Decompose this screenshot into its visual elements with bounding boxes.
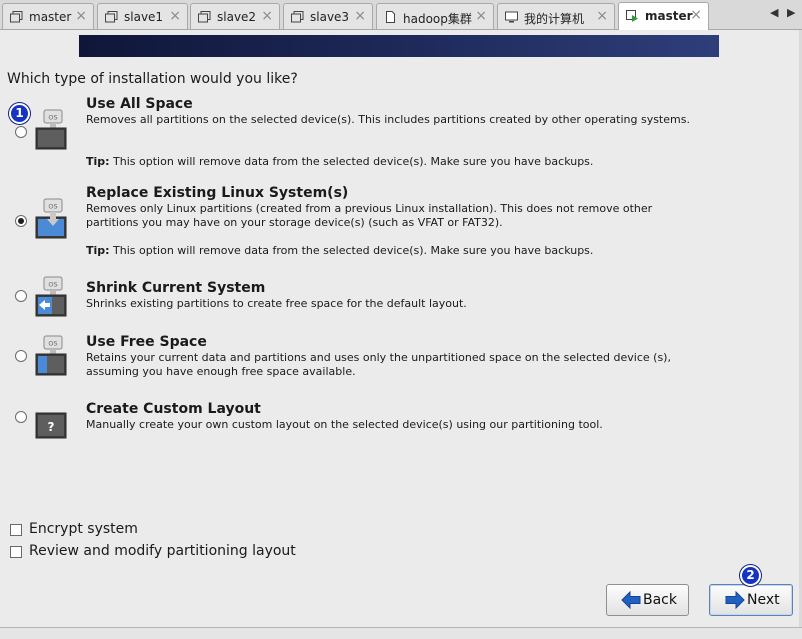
tab-hadoop-cluster[interactable]: hadoop集群 × <box>376 3 494 29</box>
use-all-space-radio[interactable] <box>15 126 27 138</box>
close-icon[interactable]: × <box>354 8 366 24</box>
option-replace-existing-linux[interactable]: OS Replace Existing Linux System(s) Remo… <box>12 185 702 265</box>
disk-replace-icon: OS <box>35 198 67 239</box>
disk-free-space-icon: OS <box>35 335 67 376</box>
close-icon[interactable]: × <box>596 8 608 24</box>
tab-slave2[interactable]: slave2 × <box>190 3 280 29</box>
encrypt-system-checkbox[interactable] <box>10 524 22 536</box>
tip-text: This option will remove data from the se… <box>109 155 594 168</box>
next-button[interactable]: Next <box>709 584 793 616</box>
close-icon[interactable]: × <box>475 8 487 24</box>
option-use-free-space[interactable]: OS Use Free Space Retains your current d… <box>12 334 702 384</box>
option-use-all-space[interactable]: OS Use All Space Removes all partitions … <box>12 96 702 176</box>
annotation-badge-2: 2 <box>740 565 761 586</box>
shrink-current-system-radio[interactable] <box>15 290 27 302</box>
vm-icon <box>105 11 118 23</box>
back-button-label: Back <box>643 592 677 608</box>
option-create-custom-layout[interactable]: ? Create Custom Layout Manually create y… <box>12 401 702 443</box>
close-icon[interactable]: × <box>690 7 702 23</box>
option-title: Replace Existing Linux System(s) <box>86 185 349 201</box>
review-partitioning-label: Review and modify partitioning layout <box>29 543 296 559</box>
svg-text:OS: OS <box>48 340 57 348</box>
replace-existing-linux-radio[interactable] <box>15 215 27 227</box>
tip-text: This option will remove data from the se… <box>109 244 594 257</box>
tab-master[interactable]: master × <box>2 3 94 29</box>
disk-custom-icon: ? <box>35 412 67 439</box>
next-button-label: Next <box>747 592 780 608</box>
close-icon[interactable]: × <box>169 8 181 24</box>
use-free-space-radio[interactable] <box>15 350 27 362</box>
encrypt-system-label: Encrypt system <box>29 521 138 537</box>
document-icon <box>386 11 395 23</box>
arrow-left-icon <box>621 591 641 609</box>
option-description: Removes all partitions on the selected d… <box>86 113 690 126</box>
option-tip: Tip: This option will remove data from t… <box>86 244 593 257</box>
tip-label: Tip: <box>86 244 110 257</box>
option-title: Shrink Current System <box>86 280 266 296</box>
vm-icon <box>10 11 23 23</box>
option-description: Shrinks existing partitions to create fr… <box>86 297 467 310</box>
tab-master-active[interactable]: master × <box>618 2 709 30</box>
annotation-badge-1: 1 <box>9 103 30 124</box>
tab-my-computer[interactable]: 我的计算机 × <box>497 3 615 29</box>
tab-slave1[interactable]: slave1 × <box>97 3 188 29</box>
close-icon[interactable]: × <box>75 8 87 24</box>
option-title: Use All Space <box>86 96 193 112</box>
disk-os-icon: OS <box>35 109 67 150</box>
disk-shrink-icon: OS <box>35 276 67 317</box>
option-tip: Tip: This option will remove data from t… <box>86 155 593 168</box>
vm-running-icon <box>626 10 638 22</box>
tab-scroll-left-icon[interactable]: ◀ <box>770 6 778 19</box>
computer-icon <box>505 11 518 23</box>
installation-type-question: Which type of installation would you lik… <box>7 71 298 87</box>
status-bar <box>0 627 802 639</box>
vm-icon <box>198 11 211 23</box>
svg-text:OS: OS <box>48 203 57 211</box>
svg-text:?: ? <box>48 420 55 434</box>
back-button[interactable]: Back <box>606 584 689 616</box>
option-shrink-current-system[interactable]: OS Shrink Current System Shrinks existin… <box>12 276 702 326</box>
vm-icon <box>291 11 304 23</box>
create-custom-layout-radio[interactable] <box>15 411 27 423</box>
installer-banner <box>79 35 719 57</box>
tab-scroll-right-icon[interactable]: ▶ <box>787 6 795 19</box>
svg-text:OS: OS <box>48 114 57 122</box>
option-title: Use Free Space <box>86 334 207 350</box>
review-partitioning-checkbox[interactable] <box>10 546 22 558</box>
svg-text:OS: OS <box>48 281 57 289</box>
option-description: Removes only Linux partitions (created f… <box>86 202 653 229</box>
option-description: Retains your current data and partitions… <box>86 351 671 378</box>
arrow-right-icon <box>725 591 745 609</box>
tab-slave3[interactable]: slave3 × <box>283 3 373 29</box>
option-title: Create Custom Layout <box>86 401 261 417</box>
tip-label: Tip: <box>86 155 110 168</box>
option-description: Manually create your own custom layout o… <box>86 418 603 431</box>
vm-tab-bar: master × slave1 × slave2 × slave3 × hado… <box>0 0 802 30</box>
close-icon[interactable]: × <box>261 8 273 24</box>
